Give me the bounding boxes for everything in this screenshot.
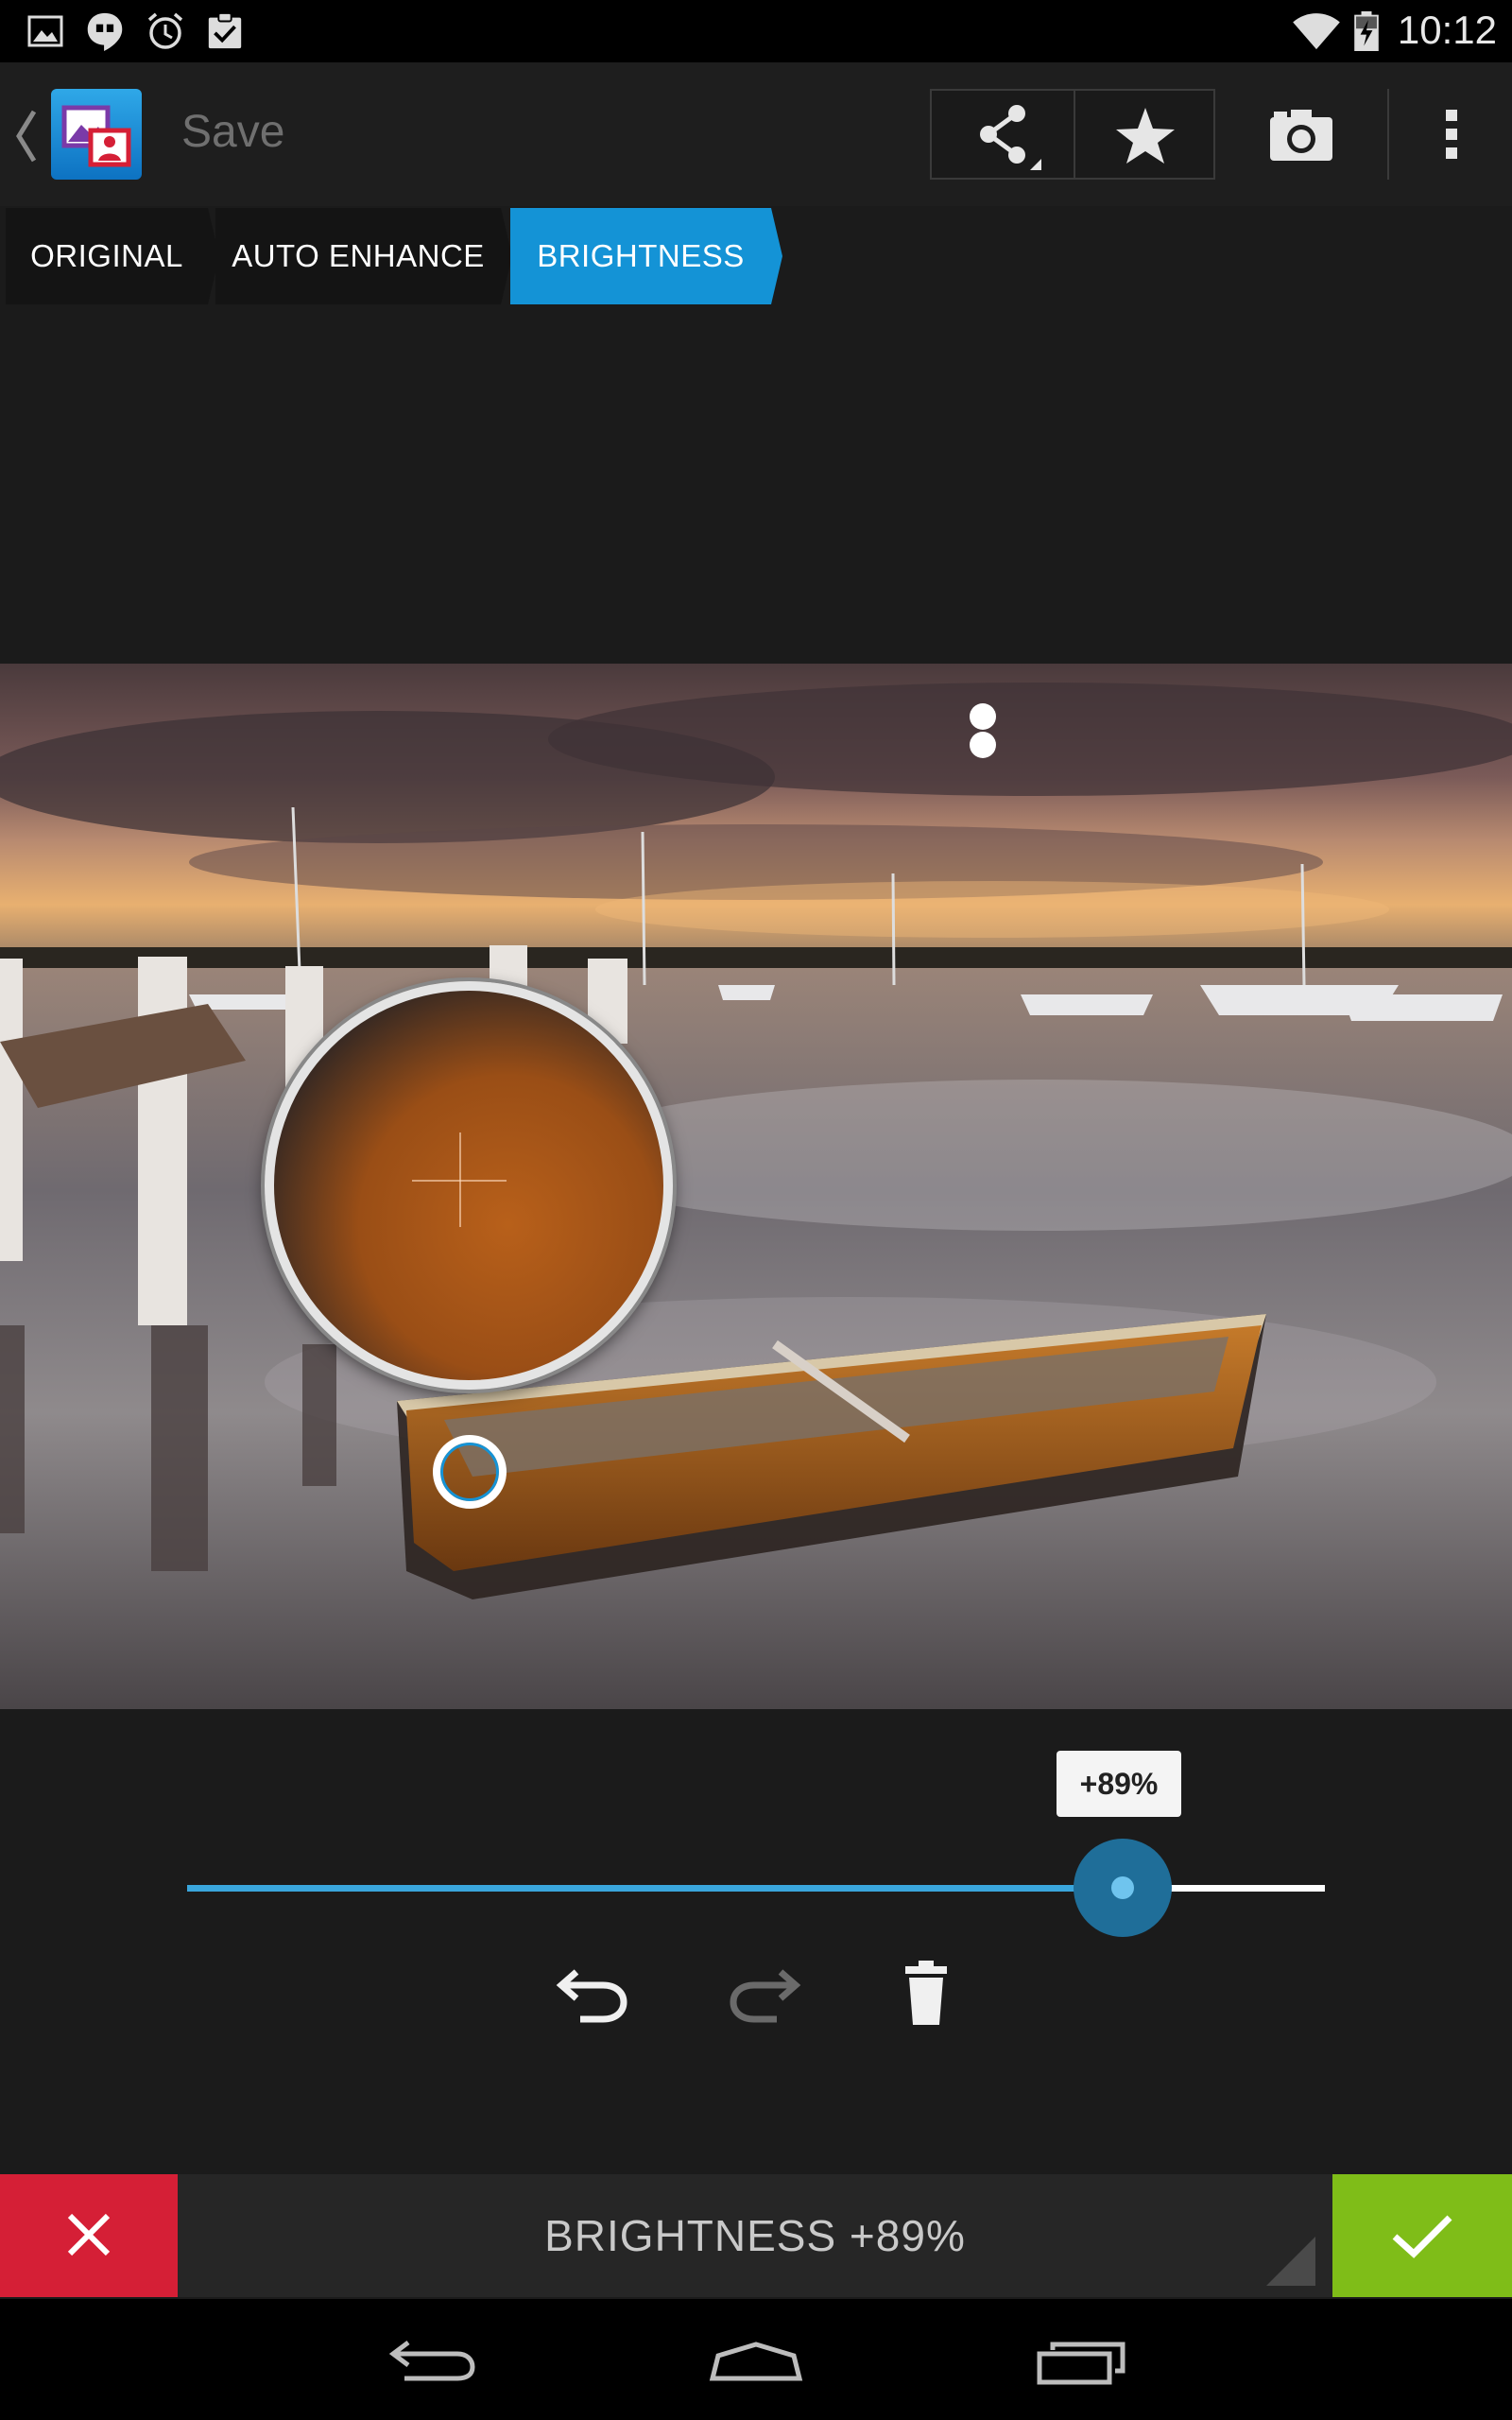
slider-value-bubble: +89% [1057, 1751, 1181, 1817]
image-notification-icon [27, 15, 63, 47]
action-bar: Save [0, 62, 1512, 206]
wifi-icon [1293, 13, 1340, 50]
slider-fill [187, 1885, 1123, 1892]
delete-button[interactable] [881, 1953, 971, 2029]
photo-canvas[interactable] [0, 664, 1512, 1709]
app-icon[interactable] [51, 89, 142, 180]
cancel-button[interactable] [0, 2174, 178, 2297]
overflow-menu-icon [1446, 110, 1457, 159]
back-arrow-icon [388, 2341, 475, 2381]
secondary-pin[interactable] [970, 732, 996, 758]
slider-thumb[interactable] [1073, 1839, 1172, 1937]
alarm-icon [147, 12, 183, 49]
step-original[interactable]: ORIGINAL [6, 208, 208, 304]
star-icon [1116, 108, 1175, 164]
checkmark-icon [1392, 2215, 1452, 2258]
bottom-action-bar: BRIGHTNESS +89% [0, 2174, 1512, 2297]
clipboard-check-icon [208, 11, 242, 49]
nav-back-button[interactable] [376, 2322, 490, 2397]
apply-button[interactable] [1332, 2174, 1512, 2297]
harbour-photo [0, 664, 1512, 1709]
step-separator [771, 208, 782, 304]
overflow-menu-button[interactable] [1414, 89, 1489, 180]
share-button[interactable] [932, 91, 1074, 178]
step-brightness[interactable]: BRIGHTNESS [510, 208, 771, 304]
redo-icon [730, 1969, 801, 2023]
current-adjustment-label[interactable]: BRIGHTNESS +89% [180, 2174, 1331, 2297]
adjustment-pin[interactable] [433, 1435, 507, 1509]
hangouts-icon [87, 12, 123, 51]
status-bar: 10:12 [0, 0, 1512, 62]
delete-icon [905, 1961, 947, 2025]
close-icon [67, 2213, 111, 2256]
nav-recents-button[interactable] [1026, 2322, 1140, 2397]
system-nav-bar [0, 2299, 1512, 2420]
undo-button[interactable] [548, 1953, 639, 2029]
loupe-crosshair-h [412, 1180, 507, 1182]
save-button[interactable]: Save [181, 106, 284, 158]
camera-icon [1270, 110, 1332, 161]
redo-button[interactable] [718, 1953, 809, 2029]
photo-editor-logo-icon [61, 105, 131, 167]
edit-steps-breadcrumb: ORIGINAL AUTO ENHANCE BRIGHTNESS [0, 208, 1512, 304]
home-icon [709, 2342, 803, 2381]
nav-home-button[interactable] [699, 2322, 813, 2397]
camera-button[interactable] [1244, 89, 1359, 180]
overflow-divider [1387, 89, 1389, 180]
battery-charging-icon [1354, 11, 1379, 51]
share-icon [980, 105, 1041, 170]
adjustment-menu-corner-icon [1266, 2237, 1315, 2286]
favorite-button[interactable] [1074, 91, 1215, 178]
share-favorite-group [930, 89, 1215, 180]
step-auto-enhance[interactable]: AUTO ENHANCE [215, 208, 501, 304]
magnifier-loupe [265, 981, 673, 1390]
status-time: 10:12 [1397, 8, 1497, 52]
recent-apps-icon [1037, 2342, 1125, 2385]
undo-icon [556, 1969, 627, 2023]
back-chevron-icon[interactable] [13, 108, 38, 164]
